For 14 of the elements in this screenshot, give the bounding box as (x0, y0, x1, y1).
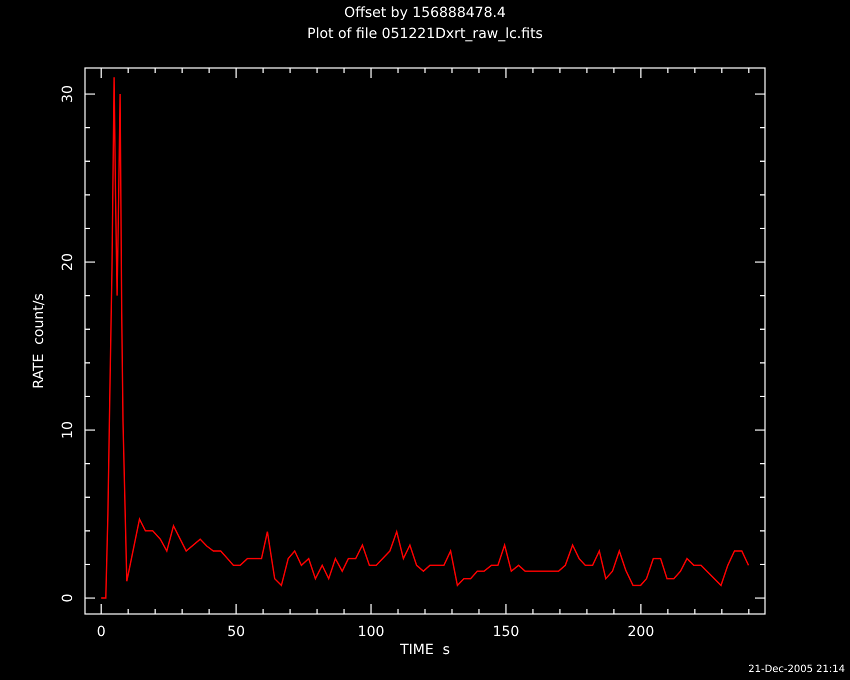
axis-label: TIME s (400, 642, 450, 658)
date-label: 21-Dec-2005 21:14 (748, 664, 845, 675)
tick-label: 30 (60, 85, 76, 103)
tick-label: 20 (60, 253, 76, 271)
tick-label: 50 (227, 624, 246, 640)
tick-label: 150 (492, 624, 520, 640)
plot-title: Plot of file 051221Dxrt_raw_lc.fits (307, 26, 543, 42)
tick-label: 200 (628, 624, 654, 640)
tick-label: 100 (358, 624, 384, 640)
offset-label: Offset by 156888478.4 (344, 5, 506, 21)
axis-label: RATE count/s (31, 293, 47, 389)
tick-label: 0 (96, 624, 106, 640)
tick-label: 0 (60, 594, 76, 602)
tick-label: 10 (60, 421, 76, 439)
